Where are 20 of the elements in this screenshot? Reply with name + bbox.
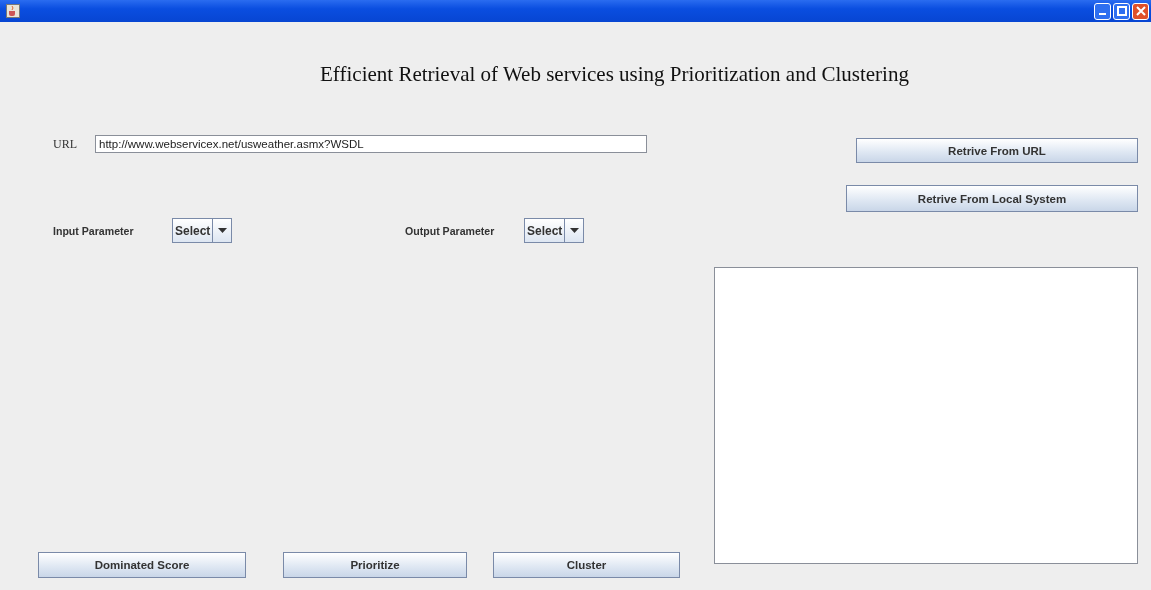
output-parameter-label: Output Parameter [405,224,496,237]
url-label: URL [53,136,78,152]
input-parameter-label: Input Parameter [53,224,135,237]
close-button[interactable] [1132,2,1149,20]
caret-icon [569,228,579,233]
prioritize-button[interactable]: Prioritize [283,552,467,578]
retrieve-from-url-button[interactable]: Retrive From URL [856,138,1138,163]
maximize-icon [1116,6,1127,16]
caret-icon [217,228,227,233]
close-icon [1135,6,1146,16]
cup-icon [6,4,20,18]
retrieve-from-local-system-button[interactable]: Retrive From Local System [846,185,1138,212]
dominated-score-button[interactable]: Dominated Score [38,552,246,578]
minimize-button[interactable] [1094,2,1111,20]
output-parameter-dropdown[interactable]: Select [524,218,584,243]
input-parameter-dropdown[interactable]: Select [172,218,232,243]
app-heading: Efficient Retrieval of Web services using Prioritization and Clustering [319,62,910,86]
cluster-button[interactable]: Cluster [493,552,680,578]
maximize-button[interactable] [1113,2,1130,20]
url-field[interactable]: http://www.webservicex.net/usweather.asmx?WSDL [95,135,647,153]
